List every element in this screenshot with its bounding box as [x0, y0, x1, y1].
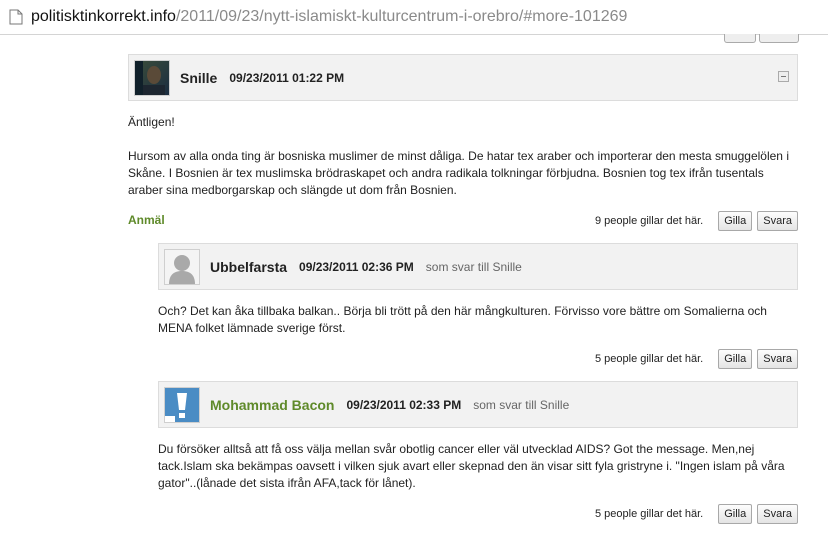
like-button[interactable]: Gilla — [718, 349, 753, 369]
like-count: 9 people gillar det här. — [594, 215, 704, 227]
comment-paragraph: Du försöker alltså att få oss välja mell… — [158, 442, 785, 490]
comment-body: Äntligen! Hursom av alla onda ting är bo… — [128, 114, 800, 199]
comment-actions: 5 people gillar det här. Gilla Svara — [595, 349, 798, 369]
like-button[interactable]: Gilla — [718, 504, 753, 524]
comment-actions: 9 people gillar det här. Gilla Svara — [595, 211, 798, 231]
comment-author[interactable]: Snille — [180, 70, 217, 86]
comment-paragraph: Äntligen! — [128, 115, 175, 129]
previous-likes-cut — [617, 34, 662, 40]
collapse-button[interactable] — [778, 71, 789, 82]
exclamation-avatar-icon — [164, 386, 200, 423]
like-count: 5 people gillar det här. — [594, 508, 704, 520]
previous-reply-button-cut[interactable] — [759, 34, 799, 43]
comment-paragraph: Och? Det kan åka tillbaka balkan.. Börja… — [158, 304, 767, 335]
comment-paragraph: Hursom av alla onda ting är bosniska mus… — [128, 149, 789, 197]
url-domain: politisktinkorrekt.info — [31, 8, 176, 25]
comment-actions: 5 people gillar det här. Gilla Svara — [595, 504, 798, 524]
address-bar[interactable]: politisktinkorrekt.info/2011/09/23/nytt-… — [0, 0, 828, 35]
like-count: 5 people gillar det här. — [594, 353, 704, 365]
comment-author[interactable]: Ubbelfarsta — [210, 259, 287, 275]
url-path: /2011/09/23/nytt-islamiskt-kulturcentrum… — [175, 8, 628, 25]
comment-date: 09/23/2011 01:22 PM — [229, 70, 345, 85]
reply-button[interactable]: Svara — [757, 349, 798, 369]
comment-body: Och? Det kan åka tillbaka balkan.. Börja… — [158, 303, 798, 337]
avatar — [134, 59, 170, 96]
like-button[interactable]: Gilla — [718, 211, 753, 231]
page-icon — [9, 9, 23, 25]
comment-body: Du försöker alltså att få oss välja mell… — [158, 441, 798, 492]
reply-to-label: som svar till Snille — [425, 259, 522, 274]
comment-header: Snille 09/23/2011 01:22 PM — [128, 54, 798, 101]
comment-author[interactable]: Mohammad Bacon — [210, 397, 334, 413]
comment-date: 09/23/2011 02:33 PM — [346, 397, 462, 412]
report-link[interactable]: Anmäl — [128, 213, 165, 227]
comment-header: Mohammad Bacon 09/23/2011 02:33 PM som s… — [158, 381, 798, 428]
reply-button[interactable]: Svara — [757, 504, 798, 524]
default-avatar-icon — [164, 248, 200, 285]
comment-date: 09/23/2011 02:36 PM — [299, 259, 414, 274]
reply-to-label: som svar till Snille — [473, 397, 570, 412]
reply-button[interactable]: Svara — [757, 211, 798, 231]
previous-like-button-cut[interactable] — [724, 34, 756, 43]
comment-header: Ubbelfarsta 09/23/2011 02:36 PM som svar… — [158, 243, 798, 290]
